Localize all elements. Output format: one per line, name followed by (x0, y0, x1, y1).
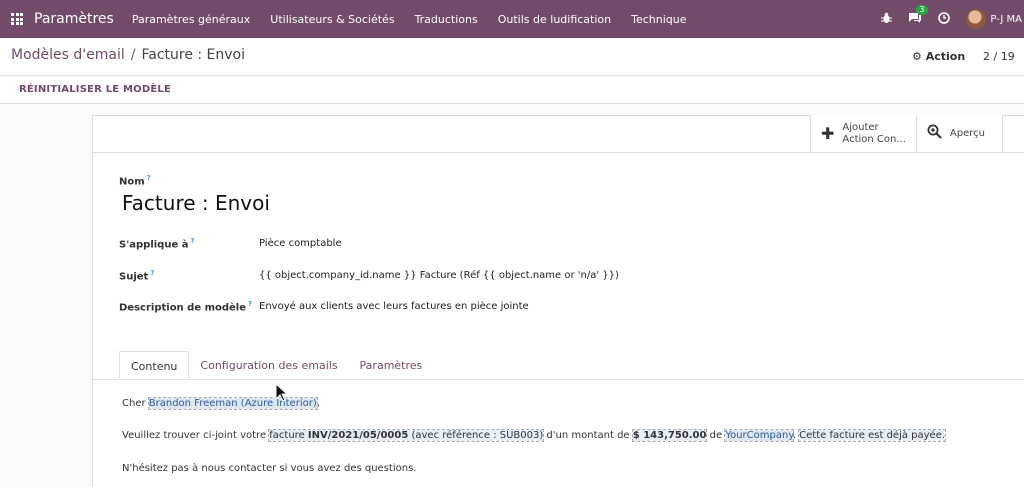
sheet-header-divider (92, 152, 1024, 153)
mouse-cursor-icon (275, 383, 289, 402)
tab-content[interactable]: Contenu (119, 351, 190, 380)
body-greeting-line[interactable]: Cher Brandon Freeman (Azure Interior), (122, 397, 320, 410)
record-pager[interactable]: 2 / 19 (983, 50, 1015, 63)
debug-bug-icon[interactable] (881, 12, 893, 27)
tab-email-configuration[interactable]: Configuration des emails (189, 351, 348, 380)
gear-icon: ⚙ (912, 50, 922, 63)
placeholder-company[interactable]: YourCompany (724, 429, 794, 442)
template-name-field[interactable]: Facture : Envoi (122, 191, 270, 215)
action-label: Action (925, 50, 966, 63)
form-statusbar: RÉINITIALISER LE MODÈLE (0, 77, 1024, 104)
zoom-in-icon (927, 124, 942, 143)
add-action-label-line1: Ajouter (842, 121, 879, 133)
plus-icon: ✚ (821, 124, 835, 143)
tabs-underline (92, 379, 1024, 380)
preview-label: Aperçu (949, 128, 985, 139)
name-label: Nom? (119, 174, 151, 188)
menu-technical[interactable]: Technique (631, 13, 686, 26)
reset-template-button[interactable]: RÉINITIALISER LE MODÈLE (19, 84, 171, 95)
placeholder-amount[interactable]: $ 143,750.00 (631, 429, 708, 442)
breadcrumb-current: Facture : Envoi (141, 47, 246, 63)
menu-general-settings[interactable]: Paramètres généraux (132, 13, 250, 26)
breadcrumb-separator: / (130, 47, 136, 63)
help-icon[interactable]: ? (150, 269, 154, 277)
body-contact-line[interactable]: N'hésitez pas à nous contacter si vous a… (122, 463, 416, 474)
action-menu-button[interactable]: ⚙ Action (912, 50, 965, 63)
activity-clock-icon[interactable] (938, 11, 951, 27)
top-navbar: Paramètres Paramètres généraux Utilisate… (0, 0, 1024, 38)
help-icon[interactable]: ? (190, 237, 194, 245)
body-invoice-line[interactable]: Veuillez trouver ci-joint votre facture … (122, 429, 947, 442)
help-icon[interactable]: ? (147, 174, 151, 182)
menu-users-companies[interactable]: Utilisateurs & Sociétés (270, 13, 394, 26)
tab-settings[interactable]: Paramètres (349, 351, 434, 380)
chat-messages-icon[interactable]: 3 (908, 4, 928, 27)
description-field[interactable]: Envoyé aux clients avec leurs factures e… (259, 301, 529, 312)
add-context-action-button[interactable]: ✚ Ajouter Action Con... (811, 115, 917, 152)
applies-to-label: S'applique à? (119, 237, 195, 251)
user-name[interactable]: P-J MA (990, 14, 1022, 25)
subject-field[interactable]: {{ object.company_id.name }} Facture (Ré… (259, 270, 619, 281)
placeholder-partner-name[interactable]: Brandon Freeman (Azure Interior) (147, 397, 318, 410)
notebook-tabs: Contenu Configuration des emails Paramèt… (119, 351, 433, 380)
applies-to-field[interactable]: Pièce comptable (259, 238, 342, 249)
user-avatar[interactable] (966, 9, 987, 29)
breadcrumb: Modèles d'email / Facture : Envoi (11, 47, 245, 63)
navbar-systray: 3 P-J MA (881, 0, 1024, 38)
add-action-label-line2: Action Con... (842, 133, 906, 145)
subject-label: Sujet? (119, 269, 155, 283)
preview-button[interactable]: Aperçu (917, 115, 1003, 152)
chat-count-badge: 3 (916, 4, 928, 15)
app-brand[interactable]: Paramètres (34, 11, 114, 27)
smart-button-box: ✚ Ajouter Action Con... Aperçu (810, 115, 1003, 152)
placeholder-paid-note[interactable]: Cette facture est déjà payée. (798, 429, 947, 442)
help-icon[interactable]: ? (248, 300, 252, 308)
apps-menu-icon[interactable] (11, 13, 23, 25)
description-label: Description de modèle? (119, 300, 253, 314)
menu-translations[interactable]: Traductions (415, 13, 478, 26)
menu-gamification-tools[interactable]: Outils de ludification (498, 13, 611, 26)
control-panel: Modèles d'email / Facture : Envoi ⚙ Action… (0, 38, 1024, 76)
breadcrumb-parent-link[interactable]: Modèles d'email (11, 47, 125, 63)
placeholder-invoice-block[interactable]: facture INV/2021/05/0005 (avec référence… (268, 429, 545, 442)
